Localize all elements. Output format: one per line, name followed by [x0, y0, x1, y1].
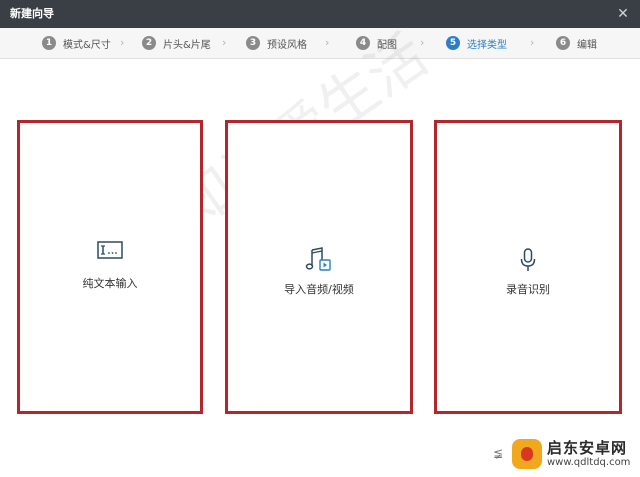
option-label: 纯文本输入 — [82, 277, 138, 290]
chevron-right-icon: › — [420, 36, 425, 49]
text-cursor-icon — [20, 241, 200, 267]
chevron-right-icon: › — [222, 36, 227, 49]
step-number: 4 — [356, 36, 370, 50]
chevron-right-icon: › — [120, 36, 125, 49]
step-label: 预设风格 — [267, 39, 307, 51]
option-plain-text-input[interactable]: 纯文本输入 — [17, 120, 203, 414]
step-label: 配图 — [377, 39, 397, 51]
brand-logo-icon — [512, 439, 542, 469]
chevron-right-icon: › — [530, 36, 535, 49]
step-edit[interactable]: 6 编辑 — [556, 35, 597, 51]
step-number: 3 — [246, 36, 260, 50]
brand-url: www.qdltdq.com — [547, 456, 631, 468]
step-preset-style[interactable]: 3 预设风格 — [246, 35, 307, 51]
step-number: 2 — [142, 36, 156, 50]
wizard-steps: 1 模式&尺寸 › 2 片头&片尾 › 3 预设风格 › 4 配图 › 5 选择… — [0, 28, 640, 59]
step-intro-outro[interactable]: 2 片头&片尾 — [142, 35, 211, 51]
microphone-icon — [437, 247, 619, 273]
brand-watermark: 启东安卓网 www.qdltdq.com — [512, 436, 630, 472]
step-label: 编辑 — [577, 39, 597, 51]
brand-name: 启东安卓网 — [547, 438, 628, 457]
option-voice-recognition[interactable]: 录音识别 — [434, 120, 622, 414]
chevron-right-icon: › — [325, 36, 330, 49]
step-number: 1 — [42, 36, 56, 50]
step-label: 模式&尺寸 — [63, 39, 111, 51]
step-number: 6 — [556, 36, 570, 50]
step-select-type[interactable]: 5 选择类型 — [446, 35, 507, 51]
option-import-audio-video[interactable]: 导入音频/视频 — [225, 120, 413, 414]
step-number: 5 — [446, 36, 460, 50]
small-mark-icon: ≨ — [493, 446, 504, 460]
step-label: 片头&片尾 — [163, 39, 211, 51]
window-titlebar: 新建向导 ✕ — [0, 0, 640, 28]
close-icon[interactable]: ✕ — [614, 5, 632, 23]
music-video-icon — [228, 247, 410, 273]
step-images[interactable]: 4 配图 — [356, 35, 397, 51]
step-mode-size[interactable]: 1 模式&尺寸 — [42, 35, 111, 51]
option-label: 导入音频/视频 — [284, 283, 354, 296]
step-label: 选择类型 — [467, 39, 507, 51]
option-label: 录音识别 — [506, 283, 550, 296]
window-title: 新建向导 — [10, 7, 54, 20]
